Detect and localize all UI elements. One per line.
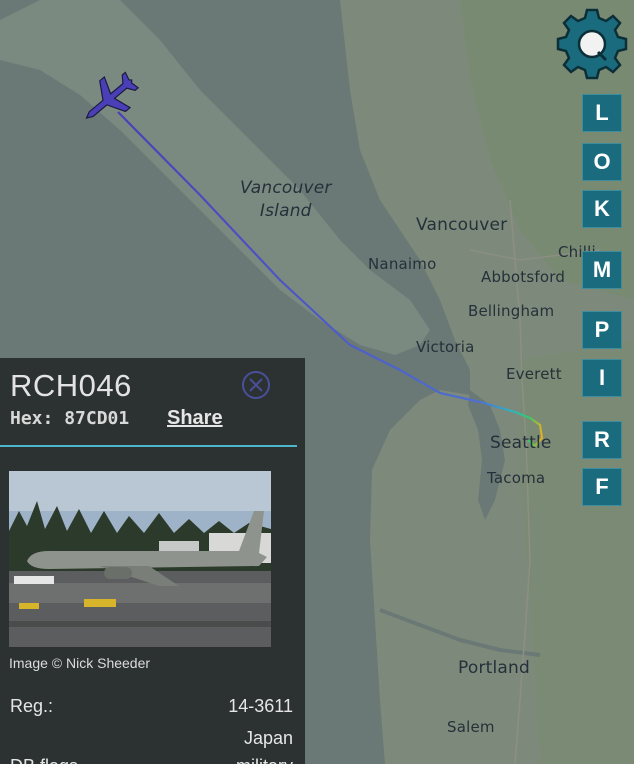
layer-button-p[interactable]: P bbox=[582, 311, 622, 349]
photo-credit: Image © Nick Sheeder bbox=[9, 655, 151, 671]
country-value: Japan bbox=[243, 728, 293, 748]
layer-button-m[interactable]: M bbox=[582, 251, 622, 289]
hex-value: 87CD01 bbox=[64, 408, 130, 429]
map-label-salem: Salem bbox=[447, 718, 495, 736]
callsign: RCH046 bbox=[10, 368, 132, 403]
map-label-abbotsford: Abbotsford bbox=[481, 268, 566, 286]
layer-button-r[interactable]: R bbox=[582, 421, 622, 459]
layer-button-k[interactable]: K bbox=[582, 190, 622, 228]
map-label-vancouver: Vancouver bbox=[416, 215, 508, 235]
layer-button-f[interactable]: F bbox=[582, 468, 622, 506]
layer-button-o[interactable]: O bbox=[582, 143, 622, 181]
map-label-tacoma: Tacoma bbox=[487, 469, 546, 487]
hex-label: Hex: bbox=[10, 408, 54, 429]
registration-value: 14-3611 bbox=[228, 696, 293, 716]
layer-button-i[interactable]: I bbox=[582, 359, 622, 397]
map-label-portland: Portland bbox=[458, 658, 531, 678]
aircraft-info-panel: RCH046 Hex: 87CD01 Share Image © Nick Sh… bbox=[0, 358, 305, 764]
layer-button-l[interactable]: L bbox=[582, 94, 622, 132]
map-label-seattle: Seattle bbox=[490, 433, 552, 453]
map-label-bellingham: Bellingham bbox=[468, 302, 555, 320]
db-flags-label: DB flags bbox=[10, 756, 78, 764]
map-label-everett: Everett bbox=[506, 365, 562, 383]
map-label-vancouver-island: Vancouver Island bbox=[240, 178, 332, 221]
aircraft-photo[interactable] bbox=[9, 471, 271, 647]
divider bbox=[0, 445, 297, 447]
share-link[interactable]: Share bbox=[167, 407, 223, 430]
close-icon[interactable] bbox=[241, 370, 271, 400]
db-flags-value: military bbox=[236, 756, 293, 764]
map-label-victoria: Victoria bbox=[416, 338, 475, 356]
settings-gear-icon[interactable] bbox=[554, 6, 630, 82]
hex-row: Hex: 87CD01 bbox=[10, 408, 129, 429]
map-label-nanaimo: Nanaimo bbox=[368, 255, 437, 273]
registration-label: Reg.: bbox=[10, 696, 54, 716]
